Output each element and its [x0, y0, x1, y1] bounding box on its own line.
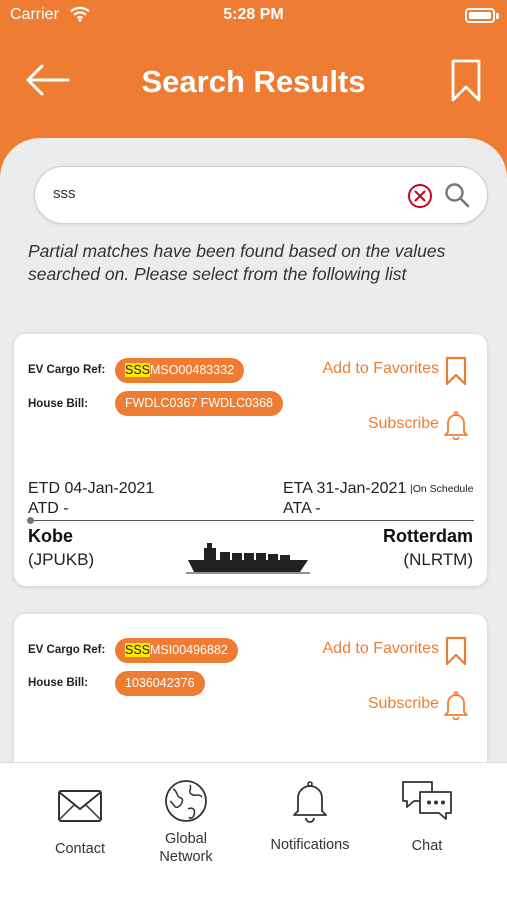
nav-global-label-line1: Global: [165, 831, 207, 847]
house-bill-label: House Bill:: [28, 398, 89, 410]
house-bill-label: House Bill:: [28, 677, 89, 689]
bell-icon: [293, 781, 327, 823]
nav-contact[interactable]: Contact: [40, 763, 120, 900]
search-box: [34, 166, 488, 224]
search-input[interactable]: [53, 185, 393, 202]
envelope-icon: [58, 790, 102, 822]
add-to-favorites-link[interactable]: Add to Favorites: [323, 640, 440, 658]
add-to-favorites-link[interactable]: Add to Favorites: [323, 360, 440, 378]
ref-match-highlight: SSS: [125, 643, 151, 657]
ev-cargo-ref-pill[interactable]: SSSMSO00483332: [115, 358, 245, 383]
nav-global-network[interactable]: Global Network: [146, 763, 226, 900]
eta-date: ETA 31-Jan-2021: [283, 480, 407, 497]
ev-cargo-ref-label: EV Cargo Ref:: [28, 644, 106, 656]
clear-icon[interactable]: [407, 183, 433, 209]
clock: 5:28 PM: [223, 6, 284, 23]
nav-notifications[interactable]: Notifications: [260, 763, 360, 900]
ev-cargo-ref-pill[interactable]: SSSMSI00496882: [115, 638, 238, 663]
bell-icon[interactable]: [443, 410, 469, 440]
results-panel: Partial matches have been found based on…: [0, 138, 507, 762]
chat-bubbles-icon: [402, 781, 452, 820]
status-bar: Carrier 5:28 PM: [0, 0, 507, 32]
atd-date: ATD -: [28, 500, 69, 517]
schedule-status: |On Schedule: [410, 483, 474, 495]
globe-icon: [165, 780, 207, 822]
result-card[interactable]: EV Cargo Ref: SSSMSO00483332 House Bill:…: [14, 334, 487, 586]
search-icon[interactable]: [443, 181, 471, 209]
nav-chat[interactable]: Chat: [390, 763, 464, 900]
origin-code: (JPUKB): [28, 550, 95, 569]
house-bill-pill[interactable]: FWDLC0367 FWDLC0368: [115, 391, 283, 416]
nav-notifications-label: Notifications: [270, 837, 350, 853]
origin-city: Kobe: [28, 526, 73, 546]
bookmark-icon[interactable]: [445, 636, 467, 666]
result-card[interactable]: EV Cargo Ref: SSSMSI00496882 House Bill:…: [14, 614, 487, 762]
bottom-nav: Contact Global Network Notifications Cha…: [0, 762, 507, 900]
cargo-ship-icon: [186, 543, 310, 574]
ref-match-highlight: SSS: [125, 363, 151, 377]
destination-city: Rotterdam: [382, 526, 473, 546]
subscribe-link[interactable]: Subscribe: [368, 695, 439, 713]
battery-icon: [465, 8, 499, 23]
house-bill-pill[interactable]: 1036042376: [115, 671, 205, 696]
nav-global-label-line2: Network: [159, 849, 213, 865]
route-progress-dot: [27, 517, 34, 524]
route-line: [30, 520, 474, 521]
nav-chat-label: Chat: [411, 838, 443, 854]
nav-contact-label: Contact: [55, 841, 105, 857]
ev-cargo-ref-label: EV Cargo Ref:: [28, 364, 106, 376]
destination-code: (NLRTM): [403, 550, 473, 569]
ref-rest: MSI00496882: [150, 643, 228, 657]
partial-match-notice: Partial matches have been found based on…: [28, 241, 446, 284]
bell-icon[interactable]: [443, 690, 469, 720]
bookmark-button[interactable]: [449, 58, 483, 104]
ata-date: ATA -: [283, 500, 321, 517]
subscribe-link[interactable]: Subscribe: [368, 415, 439, 433]
ref-rest: MSO00483332: [150, 363, 235, 377]
etd-date: ETD 04-Jan-2021: [28, 480, 155, 497]
bookmark-icon[interactable]: [445, 356, 467, 386]
page-title: Search Results: [141, 64, 366, 99]
bookmark-icon: [451, 59, 481, 102]
